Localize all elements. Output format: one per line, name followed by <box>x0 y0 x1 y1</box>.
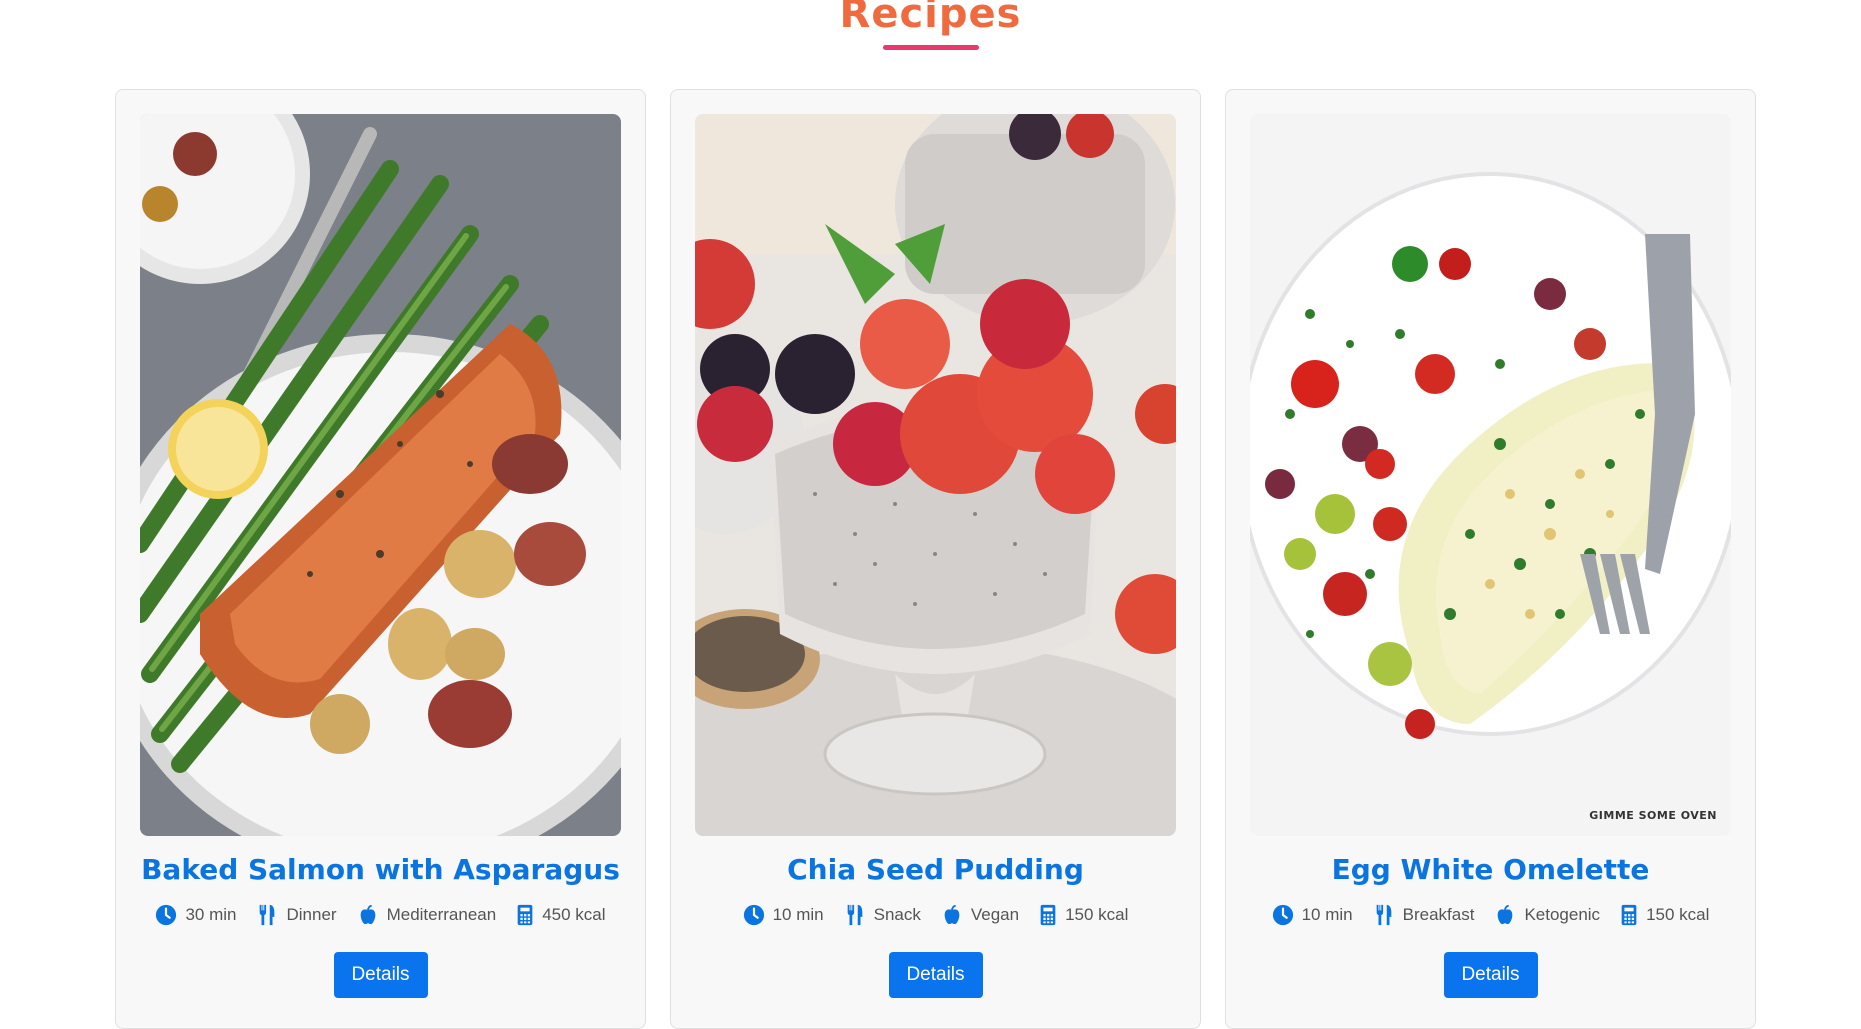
recipe-image[interactable] <box>140 114 621 836</box>
meta-time: 10 min <box>1272 904 1353 926</box>
clock-icon <box>743 904 764 926</box>
details-button[interactable]: Details <box>333 952 428 998</box>
recipe-card: GIMME SOME OVEN Egg White Omelette 10 mi… <box>1225 89 1756 1029</box>
details-button[interactable]: Details <box>1443 952 1538 998</box>
recipe-title[interactable]: Baked Salmon with Asparagus <box>141 850 620 890</box>
recipe-meta: 10 min Snack Vegan 150 kcal <box>743 904 1128 926</box>
meta-calories: 150 kcal <box>1039 904 1128 926</box>
meta-cuisine: Mediterranean <box>357 904 497 926</box>
recipe-card: Chia Seed Pudding 10 min Snack Vegan 150… <box>670 89 1201 1029</box>
recipe-card-list: Baked Salmon with Asparagus 30 min Dinne… <box>115 89 1756 1029</box>
meta-time-label: 10 min <box>772 905 824 924</box>
details-button[interactable]: Details <box>888 952 983 998</box>
meta-meal: Snack <box>844 904 921 926</box>
utensils-icon <box>260 904 275 926</box>
meta-cuisine-label: Ketogenic <box>1524 905 1601 924</box>
apple-icon <box>944 904 960 925</box>
apple-icon <box>1498 904 1513 925</box>
meta-time: 30 min <box>155 904 236 926</box>
calculator-icon <box>1621 904 1637 926</box>
calculator-icon <box>1040 904 1056 926</box>
recipe-image[interactable] <box>695 114 1176 836</box>
page-header: Recipes <box>0 0 1861 60</box>
meta-calories-label: 450 kcal <box>542 905 606 924</box>
meta-cuisine-label: Vegan <box>970 905 1020 924</box>
page-title: Recipes <box>839 0 1022 37</box>
clock-icon <box>1272 904 1293 926</box>
meta-calories-label: 150 kcal <box>1065 905 1129 924</box>
recipe-title[interactable]: Egg White Omelette <box>1332 850 1650 890</box>
recipe-title[interactable]: Chia Seed Pudding <box>787 850 1084 890</box>
meta-meal-label: Dinner <box>286 905 337 924</box>
meta-time-label: 30 min <box>185 905 237 924</box>
utensils-icon <box>1376 904 1391 926</box>
recipe-card: Baked Salmon with Asparagus 30 min Dinne… <box>115 89 646 1029</box>
clock-icon <box>156 904 177 926</box>
meta-meal: Breakfast <box>1373 904 1475 926</box>
meta-cuisine-label: Mediterranean <box>386 905 497 924</box>
meta-meal-label: Breakfast <box>1402 905 1475 924</box>
meta-meal: Dinner <box>256 904 337 926</box>
meta-calories: 150 kcal <box>1620 904 1709 926</box>
calculator-icon <box>517 904 533 926</box>
title-underline <box>882 45 979 50</box>
meta-time: 10 min <box>743 904 824 926</box>
meta-cuisine: Ketogenic <box>1494 904 1600 926</box>
meta-meal-label: Snack <box>873 905 921 924</box>
apple-icon <box>360 904 375 925</box>
recipe-meta: 10 min Breakfast Ketogenic 150 kcal <box>1272 904 1709 926</box>
meta-cuisine: Vegan <box>941 904 1019 926</box>
meta-calories-label: 150 kcal <box>1646 905 1710 924</box>
recipe-image[interactable]: GIMME SOME OVEN <box>1250 114 1731 836</box>
recipe-meta: 30 min Dinner Mediterranean 450 kcal <box>155 904 606 926</box>
image-watermark: GIMME SOME OVEN <box>1589 809 1717 822</box>
baked-salmon-photo <box>140 114 621 836</box>
egg-omelette-photo <box>1250 114 1731 836</box>
meta-time-label: 10 min <box>1301 905 1353 924</box>
chia-pudding-photo <box>695 114 1176 836</box>
meta-calories: 450 kcal <box>516 904 606 926</box>
utensils-icon <box>847 904 862 926</box>
